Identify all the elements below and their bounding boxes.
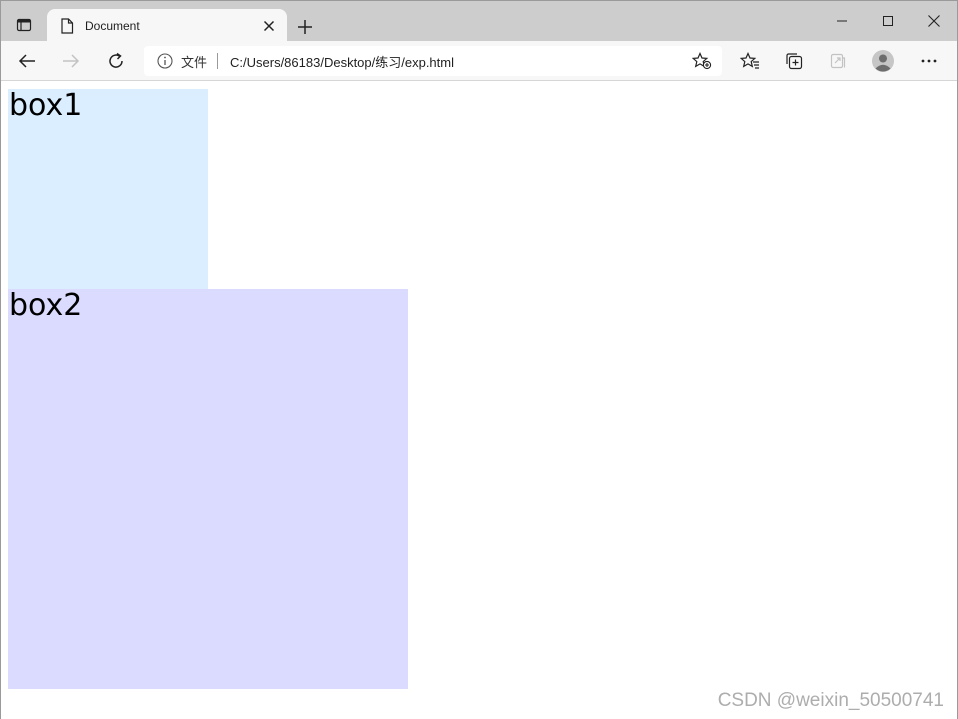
maximize-icon bbox=[883, 16, 893, 26]
tab-title: Document bbox=[85, 18, 140, 33]
favorites-button[interactable] bbox=[734, 45, 766, 77]
close-icon bbox=[263, 20, 275, 31]
profile-icon bbox=[872, 50, 894, 72]
add-favorite-icon bbox=[692, 52, 712, 70]
box2-label: box2 bbox=[9, 288, 83, 323]
share-button[interactable] bbox=[822, 45, 854, 77]
more-icon bbox=[921, 59, 937, 63]
address-bar[interactable]: 文件 C:/Users/86183/Desktop/练习/exp.html bbox=[144, 46, 722, 76]
browser-window: Document 文件 C:/Users/86183/Desktop/练习/ex… bbox=[0, 0, 958, 719]
box1-label: box1 bbox=[9, 88, 83, 123]
plus-icon bbox=[298, 20, 312, 34]
minimize-button[interactable] bbox=[819, 1, 865, 41]
box1: box1 bbox=[8, 89, 208, 289]
favorites-icon bbox=[740, 52, 759, 69]
url-text[interactable]: C:/Users/86183/Desktop/练习/exp.html bbox=[230, 52, 687, 71]
minimize-icon bbox=[837, 20, 847, 22]
watermark: CSDN @weixin_50500741 bbox=[717, 690, 944, 711]
tab-actions-button[interactable] bbox=[9, 11, 39, 39]
collections-icon bbox=[786, 53, 803, 70]
back-button[interactable] bbox=[11, 45, 43, 77]
close-icon bbox=[928, 15, 940, 27]
new-tab-button[interactable] bbox=[291, 13, 319, 41]
tab-actions-icon bbox=[16, 17, 32, 33]
share-icon bbox=[830, 53, 846, 69]
forward-icon bbox=[63, 54, 80, 68]
page-viewport: box1 box2 CSDN @weixin_50500741 bbox=[1, 81, 957, 719]
tab-document[interactable]: Document bbox=[47, 9, 287, 42]
back-icon bbox=[18, 54, 35, 68]
window-controls bbox=[819, 1, 957, 41]
page-icon bbox=[59, 17, 75, 34]
site-label: 文件 bbox=[181, 54, 208, 70]
more-button[interactable] bbox=[913, 45, 945, 77]
maximize-button[interactable] bbox=[865, 1, 911, 41]
refresh-icon bbox=[109, 52, 123, 68]
close-window-button[interactable] bbox=[911, 1, 957, 41]
box2: box2 bbox=[8, 289, 408, 689]
refresh-button[interactable] bbox=[100, 45, 132, 77]
address-separator bbox=[217, 53, 219, 69]
profile-button[interactable] bbox=[867, 45, 899, 77]
toolbar: 文件 C:/Users/86183/Desktop/练习/exp.html bbox=[1, 41, 957, 81]
tab-strip: Document bbox=[1, 1, 957, 42]
tab-close-button[interactable] bbox=[255, 12, 283, 40]
collections-button[interactable] bbox=[778, 45, 810, 77]
forward-button[interactable] bbox=[55, 45, 87, 77]
add-favorite-button[interactable] bbox=[687, 47, 717, 75]
info-icon[interactable] bbox=[157, 53, 173, 69]
